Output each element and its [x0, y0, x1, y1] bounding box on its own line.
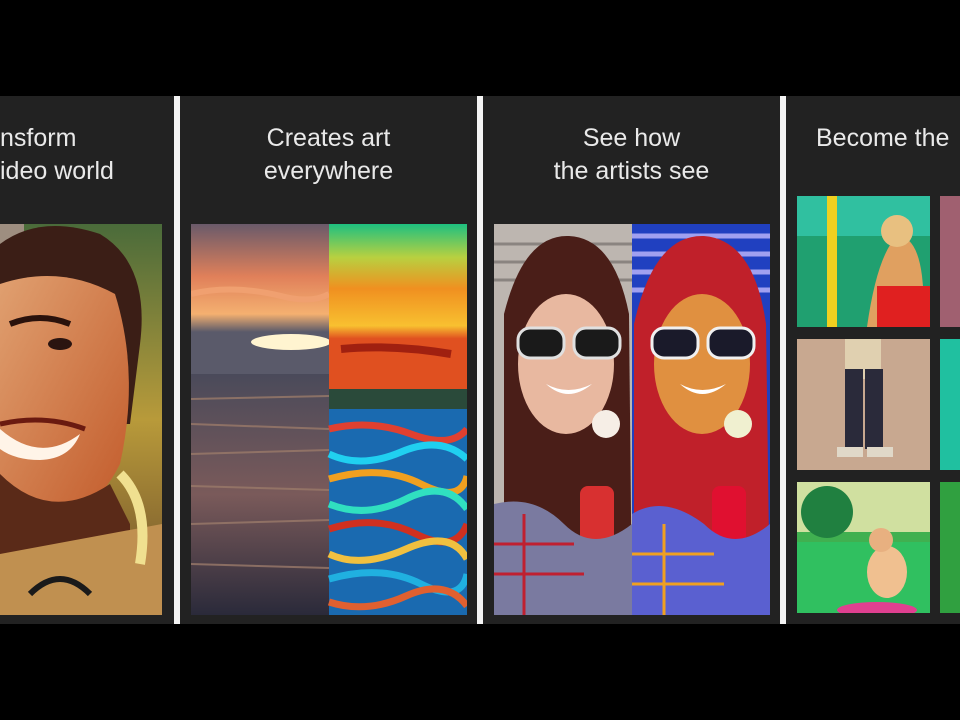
- panel-see-caption-line1: See how: [582, 124, 681, 152]
- panel-creates-caption-line2: everywhere: [263, 157, 394, 185]
- panel-see-caption-line2: the artists see: [553, 157, 710, 185]
- portrait-woman-art: [494, 224, 770, 615]
- panel-transform-caption: nsform ideo world: [0, 122, 170, 188]
- gallery-tile-5: [797, 482, 930, 613]
- panel-become-caption-line1: Become the: [816, 124, 950, 152]
- gallery-tile-2: [940, 196, 960, 327]
- panel-transform-caption-line2: ideo world: [0, 157, 114, 185]
- portrait-man-art: [0, 224, 162, 615]
- sunset-sea-art: [191, 224, 467, 615]
- panel-become-caption: Become the: [816, 122, 960, 155]
- panel-see-caption: See how the artists see: [483, 122, 780, 188]
- gallery-tile-4: [940, 339, 960, 470]
- panel-creates-caption-line1: Creates art: [266, 124, 391, 152]
- app-store-screenshots: nsform ideo world Creates art everywhere…: [0, 0, 960, 720]
- gallery-tile-3: [797, 339, 930, 470]
- gallery-tile-1: [797, 196, 930, 327]
- panel-transform-caption-line1: nsform: [0, 124, 77, 152]
- gallery-tile-6: [940, 482, 960, 613]
- panel-creates-caption: Creates art everywhere: [180, 122, 477, 188]
